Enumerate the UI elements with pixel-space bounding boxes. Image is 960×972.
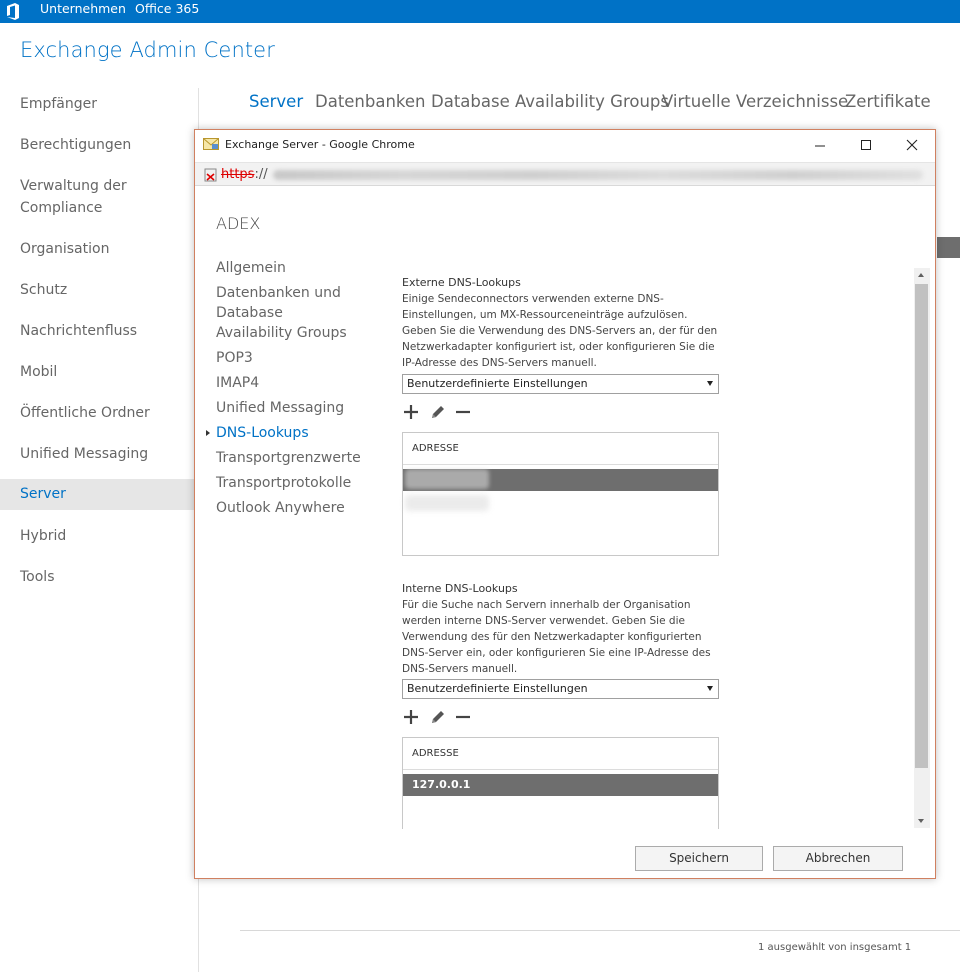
address-bar[interactable]: https:// (195, 162, 935, 186)
external-dns-dropdown-value: Benutzerdefinierte Einstellungen (407, 377, 588, 390)
nav-item-mobil[interactable]: Mobil (0, 361, 195, 383)
popup-nav-pop3[interactable]: POP3 (216, 348, 366, 368)
selection-status: 1 ausgewählt von insgesamt 1 (758, 942, 912, 953)
popup-window-title: Exchange Server - Google Chrome (225, 138, 415, 151)
minimize-icon (815, 145, 825, 147)
nav-item-unified-messaging[interactable]: Unified Messaging (0, 443, 195, 465)
remove-icon[interactable] (454, 403, 472, 421)
external-dns-title: Externe DNS-Lookups (402, 276, 521, 289)
internal-dns-dropdown[interactable]: Benutzerdefinierte Einstellungen (402, 679, 719, 699)
scrollbar-thumb[interactable] (915, 284, 928, 768)
tab-virtuelle-verzeichnisse[interactable]: Virtuelle Verzeichnisse (662, 92, 848, 111)
nav-link-office-365[interactable]: Office 365 (135, 0, 199, 17)
add-icon[interactable] (402, 403, 420, 421)
chevron-down-icon (707, 686, 713, 691)
blurred-address (405, 469, 489, 489)
url-scheme: https (221, 167, 255, 182)
tab-datenbanken[interactable]: Datenbanken (315, 92, 426, 111)
popup-nav-imap4[interactable]: IMAP4 (216, 373, 366, 393)
internal-dns-grid: ADRESSE 127.0.0.1 (402, 737, 719, 829)
tab-database-availability-groups[interactable]: Database Availability Groups (431, 92, 669, 111)
add-icon[interactable] (402, 708, 420, 726)
internal-dns-description: Für die Suche nach Servern innerhalb der… (402, 599, 711, 675)
popup-nav-dns-lookups-label: DNS-Lookups (216, 425, 309, 441)
maximize-button[interactable] (843, 130, 889, 160)
nav-item-server[interactable]: Server (0, 479, 195, 510)
save-button[interactable]: Speichern (635, 846, 763, 871)
caret-right-icon (206, 430, 210, 436)
internal-dns-row[interactable]: 127.0.0.1 (403, 774, 718, 796)
chevron-down-icon (707, 381, 713, 386)
external-dns-column-header: ADRESSE (403, 433, 718, 465)
office-logo-icon[interactable] (6, 3, 20, 20)
edit-icon[interactable] (429, 403, 447, 421)
internal-dns-dropdown-value: Benutzerdefinierte Einstellungen (407, 682, 588, 695)
nav-item-empfaenger[interactable]: Empfänger (0, 93, 195, 115)
url-separator: :// (254, 167, 268, 182)
nav-item-organisation[interactable]: Organisation (0, 238, 195, 260)
external-dns-dropdown[interactable]: Benutzerdefinierte Einstellungen (402, 374, 719, 394)
nav-link-unternehmen[interactable]: Unternehmen (40, 0, 126, 17)
close-icon (906, 139, 918, 151)
tab-zertifikate[interactable]: Zertifikate (845, 92, 931, 111)
scroll-down-icon[interactable] (918, 819, 924, 823)
list-footer-divider (240, 930, 960, 931)
nav-item-schutz[interactable]: Schutz (0, 279, 195, 301)
tab-server[interactable]: Server (249, 92, 303, 111)
nav-item-tools[interactable]: Tools (0, 566, 195, 588)
nav-item-nachrichtenfluss[interactable]: Nachrichtenfluss (0, 320, 195, 342)
popup-window: Exchange Server - Google Chrome https://… (194, 129, 936, 879)
external-dns-description: Einige Sendeconnectors verwenden externe… (402, 293, 718, 369)
blurred-address (405, 495, 489, 511)
popup-nav-datenbanken-dag[interactable]: Datenbanken und Database Availability Gr… (216, 283, 356, 343)
maximize-icon (861, 140, 871, 150)
nav-item-hybrid[interactable]: Hybrid (0, 525, 195, 547)
popup-scrollbar[interactable] (914, 268, 930, 828)
popup-nav-allgemein[interactable]: Allgemein (216, 258, 366, 278)
popup-heading: ADEX (216, 214, 261, 233)
url-text[interactable]: https:// (221, 167, 268, 182)
edit-icon[interactable] (429, 708, 447, 726)
background-selected-row[interactable] (937, 237, 960, 258)
scroll-up-icon[interactable] (918, 273, 924, 277)
nav-item-berechtigungen[interactable]: Berechtigungen (0, 134, 195, 156)
popup-nav-outlook-anywhere[interactable]: Outlook Anywhere (216, 498, 366, 518)
minimize-button[interactable] (797, 130, 843, 160)
popup-nav-dns-lookups[interactable]: DNS-Lookups (206, 423, 366, 443)
popup-nav-unified-messaging[interactable]: Unified Messaging (216, 398, 366, 418)
blurred-url (273, 170, 923, 180)
popup-titlebar[interactable]: Exchange Server - Google Chrome (195, 130, 935, 160)
close-window-button[interactable] (889, 130, 935, 160)
nav-item-verwaltung-der-compliance[interactable]: Verwaltung der Compliance (0, 175, 150, 219)
top-bar: Unternehmen Office 365 (0, 0, 960, 23)
popup-nav-transportgrenzwerte[interactable]: Transportgrenzwerte (216, 448, 366, 468)
remove-icon[interactable] (454, 708, 472, 726)
cancel-button[interactable]: Abbrechen (773, 846, 903, 871)
popup-nav-transportprotokolle[interactable]: Transportprotokolle (216, 473, 366, 493)
insecure-lock-icon[interactable] (203, 167, 219, 183)
internal-dns-column-header: ADRESSE (403, 738, 718, 770)
external-dns-grid: ADRESSE (402, 432, 719, 556)
envelope-icon (203, 138, 219, 150)
internal-dns-title: Interne DNS-Lookups (402, 582, 518, 595)
nav-item-oeffentliche-ordner[interactable]: Öffentliche Ordner (0, 402, 195, 424)
app-title: Exchange Admin Center (20, 38, 275, 62)
